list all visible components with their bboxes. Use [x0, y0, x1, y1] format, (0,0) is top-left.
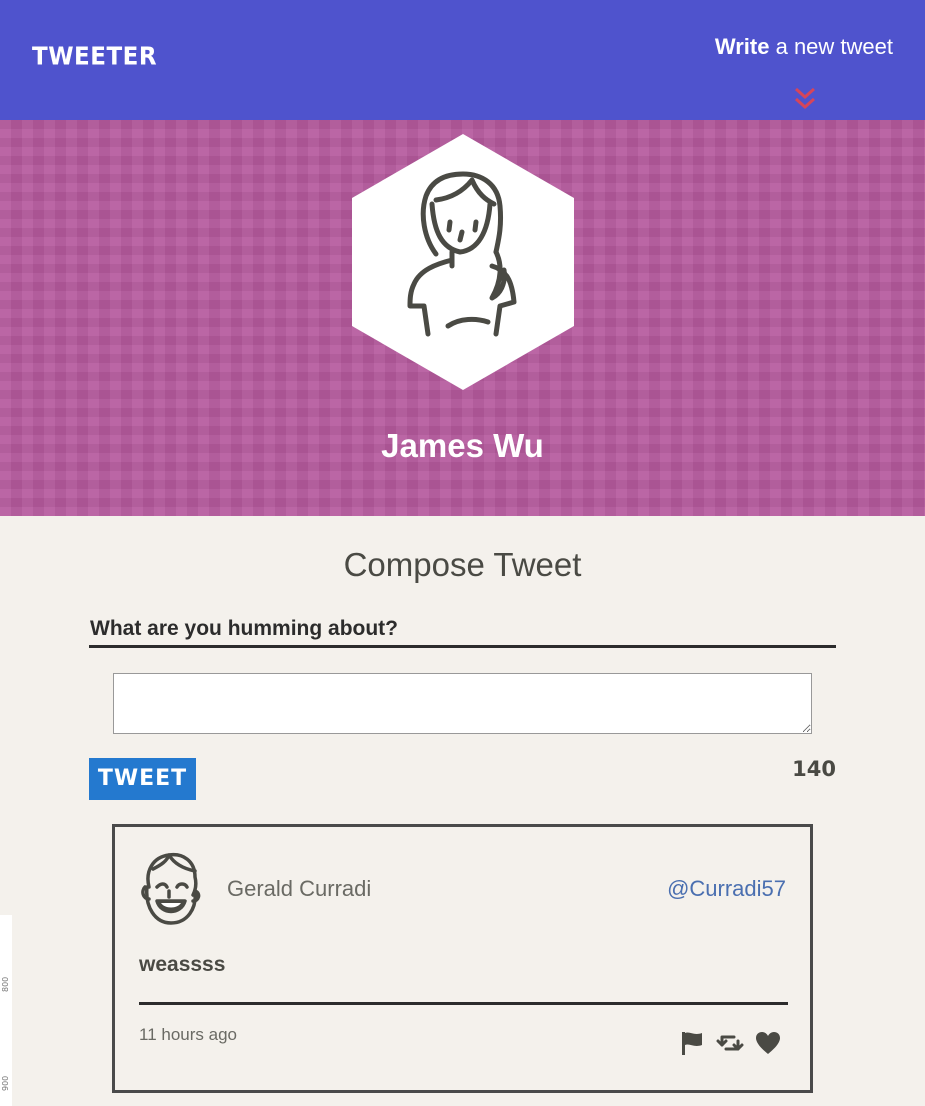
profile-name: James Wu — [381, 427, 544, 464]
ruler-mark: 900 — [1, 1075, 10, 1091]
tweet-card: Gerald Curradi @Curradi57 weassss 11 hou… — [112, 824, 813, 1093]
compose-title: Compose Tweet — [343, 546, 582, 583]
tweet-author-avatar — [141, 852, 201, 925]
tweet-timestamp: 11 hours ago — [139, 1025, 237, 1044]
tweet-actions — [678, 1029, 782, 1057]
heart-icon[interactable] — [754, 1029, 782, 1057]
tweet-author-handle[interactable]: @Curradi57 — [667, 876, 786, 902]
tweet-author-name: Gerald Curradi — [227, 876, 372, 901]
flag-icon[interactable] — [678, 1029, 706, 1057]
brand-logo[interactable]: TWEETER — [32, 43, 157, 72]
top-nav: TWEETER Write a new tweet — [0, 0, 925, 120]
chevron-double-down-icon[interactable] — [793, 86, 817, 112]
compose-link-rest: a new tweet — [769, 34, 893, 59]
tweet-textarea[interactable] — [113, 673, 812, 734]
ruler-mark: 800 — [1, 976, 10, 992]
write-new-tweet-link[interactable]: Write a new tweet — [715, 34, 893, 60]
divider — [89, 645, 836, 648]
divider — [139, 1002, 788, 1005]
tweet-content: weassss — [139, 953, 226, 976]
compose-link-bold: Write — [714, 34, 770, 59]
tweet-button[interactable]: TWEET — [89, 758, 196, 800]
profile-header: James Wu — [0, 120, 925, 516]
page-ruler: 800 900 — [0, 915, 12, 1106]
profile-avatar — [352, 134, 574, 390]
compose-prompt: What are you humming about? — [90, 617, 398, 640]
retweet-icon[interactable] — [716, 1029, 744, 1057]
char-counter: 140 — [792, 757, 836, 781]
